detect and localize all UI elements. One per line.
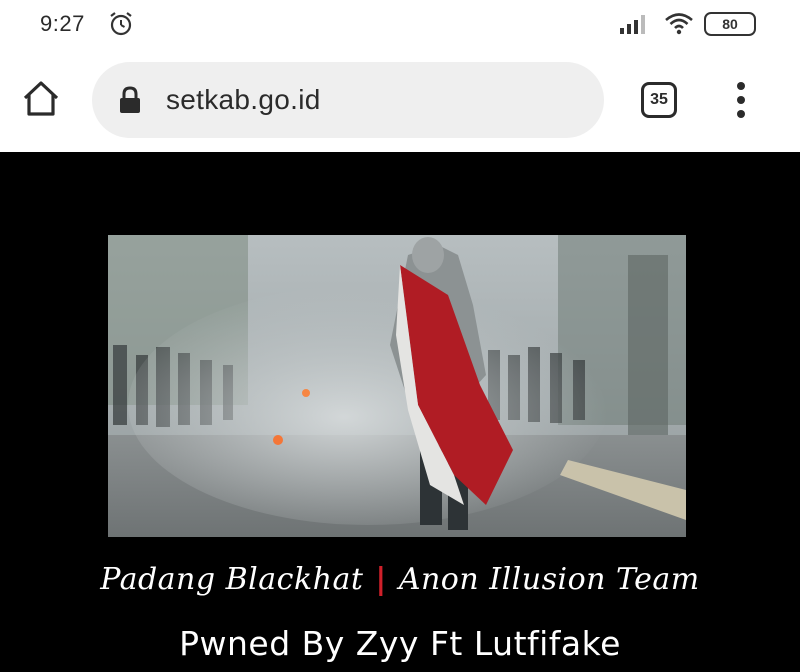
alarm-icon [110, 12, 132, 36]
credit-left: Padang Blackhat [100, 562, 364, 597]
hero-image [108, 235, 686, 537]
address-bar[interactable]: setkab.go.id [92, 62, 604, 138]
status-bar: 9:27 80 [0, 0, 800, 52]
home-icon[interactable] [20, 78, 62, 120]
page-content: Padang Blackhat | Anon Illusion Team Pwned… [0, 152, 800, 672]
battery-icon: 80 [704, 12, 756, 36]
credit-separator: | [375, 562, 387, 597]
tabs-icon[interactable]: 35 [641, 82, 677, 118]
tab-count: 35 [650, 91, 668, 108]
status-time: 9:27 [40, 11, 85, 36]
pwned-text: Pwned By Zyy Ft Lutfifake [179, 624, 621, 663]
battery-level: 80 [722, 16, 738, 32]
more-menu-icon[interactable] [734, 80, 748, 120]
signal-icon [620, 15, 645, 34]
url-text[interactable]: setkab.go.id [166, 84, 321, 116]
credits-line: Padang Blackhat | Anon Illusion Team [0, 562, 800, 597]
browser-toolbar: setkab.go.id 35 [0, 52, 800, 152]
credit-right: Anon Illusion Team [398, 562, 700, 597]
wifi-icon [665, 13, 693, 35]
lock-icon[interactable] [118, 86, 142, 114]
